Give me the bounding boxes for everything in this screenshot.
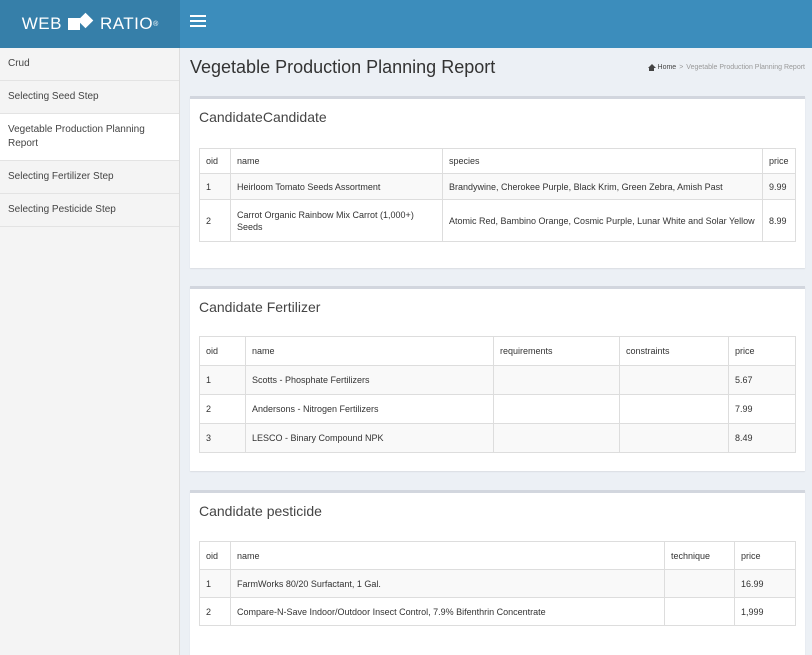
cell-requirements [493,394,620,424]
cell-requirements [493,365,620,395]
cell-oid: 2 [199,394,246,424]
page-header: Vegetable Production Planning Report Hom… [190,56,805,82]
candidate-seeds-box: CandidateCandidate oid name species pric… [190,96,805,268]
column-header-oid: oid [199,541,231,570]
candidate-fertilizer-title: Candidate Fertilizer [199,299,321,315]
table-row: 2 Compare-N-Save Indoor/Outdoor Insect C… [199,597,796,626]
candidate-fertilizer-table: oid name requirements constraints price … [199,336,796,453]
cell-name: Compare-N-Save Indoor/Outdoor Insect Con… [230,597,665,626]
cell-technique [664,597,735,626]
breadcrumb: Home > Vegetable Production Planning Rep… [647,64,805,71]
cell-price: 7.99 [728,394,796,424]
column-header-price: price [728,336,796,366]
top-navbar: WEB RATIO ® [0,0,812,48]
cell-species: Atomic Red, Bambino Orange, Cosmic Purpl… [442,199,763,242]
candidate-seeds-table: oid name species price 1 Heirloom Tomato… [199,148,796,242]
breadcrumb-current: Vegetable Production Planning Report [686,64,805,71]
candidate-seeds-title: CandidateCandidate [199,109,327,125]
cell-price: 16.99 [734,569,796,598]
column-header-species: species [442,148,763,174]
cell-oid: 3 [199,423,246,453]
table-row: 1 FarmWorks 80/20 Surfactant, 1 Gal. 16.… [199,569,796,598]
cell-price: 8.49 [728,423,796,453]
logo-registered-mark: ® [153,20,159,28]
candidate-fertilizer-box: Candidate Fertilizer oid name requiremen… [190,286,805,471]
sidebar-item-selecting-seed-step[interactable]: Selecting Seed Step [0,81,179,114]
cell-oid: 1 [199,365,246,395]
page-title: Vegetable Production Planning Report [190,57,496,77]
logo-text-left: WEB [21,14,62,33]
column-header-oid: oid [199,336,246,366]
cell-name: Carrot Organic Rainbow Mix Carrot (1,000… [230,199,443,242]
cell-name: FarmWorks 80/20 Surfactant, 1 Gal. [230,569,665,598]
sidebar: Crud Selecting Seed Step Vegetable Produ… [0,48,180,655]
cell-constraints [619,423,729,453]
cell-constraints [619,365,729,395]
table-row: 1 Scotts - Phosphate Fertilizers 5.67 [199,365,796,395]
cell-oid: 2 [199,199,231,242]
column-header-name: name [230,541,665,570]
table-header-row: oid name species price [199,148,796,174]
menu-toggle-icon[interactable] [190,15,206,29]
table-row: 2 Andersons - Nitrogen Fertilizers 7.99 [199,394,796,424]
table-row: 3 LESCO - Binary Compound NPK 8.49 [199,423,796,453]
breadcrumb-home-link[interactable]: Home [658,64,677,71]
home-icon[interactable] [647,64,656,71]
cell-species: Brandywine, Cherokee Purple, Black Krim,… [442,173,763,200]
cell-oid: 1 [199,173,231,200]
column-header-constraints: constraints [619,336,729,366]
column-header-requirements: requirements [493,336,620,366]
column-header-price: price [734,541,796,570]
column-header-oid: oid [199,148,231,174]
column-header-technique: technique [664,541,735,570]
logo-mark-icon [66,12,96,34]
cell-price: 8.99 [762,199,796,242]
cell-price: 1,999 [734,597,796,626]
cell-price: 9.99 [762,173,796,200]
sidebar-item-selecting-fertilizer-step[interactable]: Selecting Fertilizer Step [0,161,179,194]
logo-text-right: RATIO [99,14,154,33]
cell-name: Scotts - Phosphate Fertilizers [245,365,494,395]
table-row: 1 Heirloom Tomato Seeds Assortment Brand… [199,173,796,200]
breadcrumb-separator: > [679,64,684,71]
sidebar-item-crud[interactable]: Crud [0,48,179,81]
cell-name: Heirloom Tomato Seeds Assortment [230,173,443,200]
cell-technique [664,569,735,598]
cell-constraints [619,394,729,424]
table-header-row: oid name requirements constraints price [199,336,796,366]
cell-name: LESCO - Binary Compound NPK [245,423,494,453]
column-header-name: name [245,336,494,366]
candidate-pesticide-table: oid name technique price 1 FarmWorks 80/… [199,541,796,626]
cell-name: Andersons - Nitrogen Fertilizers [245,394,494,424]
candidate-pesticide-title: Candidate pesticide [199,503,322,519]
candidate-pesticide-box: Candidate pesticide oid name technique p… [190,490,805,655]
sidebar-item-selecting-pesticide-step[interactable]: Selecting Pesticide Step [0,194,179,227]
column-header-price: price [762,148,796,174]
cell-oid: 2 [199,597,231,626]
cell-oid: 1 [199,569,231,598]
table-row: 2 Carrot Organic Rainbow Mix Carrot (1,0… [199,199,796,242]
table-header-row: oid name technique price [199,541,796,570]
cell-price: 5.67 [728,365,796,395]
cell-requirements [493,423,620,453]
webratio-logo[interactable]: WEB RATIO ® [0,0,180,48]
column-header-name: name [230,148,443,174]
main-content: Vegetable Production Planning Report Hom… [181,48,812,655]
sidebar-item-vegetable-production-planning-report[interactable]: Vegetable Production Planning Report [0,114,179,161]
